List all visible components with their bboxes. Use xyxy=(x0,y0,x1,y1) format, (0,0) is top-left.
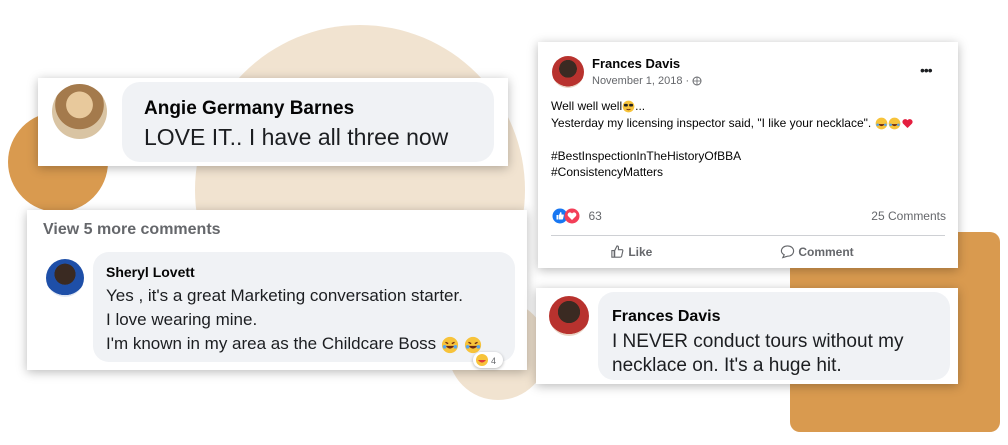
laugh-emoji-icon xyxy=(441,336,459,354)
reaction-badge[interactable]: 4 xyxy=(473,352,503,368)
avatar xyxy=(549,296,589,336)
comments-count-link[interactable]: 25 Comments xyxy=(871,209,946,223)
comment-line-1: Yes , it's a great Marketing conversatio… xyxy=(106,286,463,305)
comment-card-angie: Angie Germany Barnes LOVE IT.. I have al… xyxy=(38,78,508,166)
post-text-1-suffix: ... xyxy=(635,99,646,113)
post-text-1: Well well well xyxy=(551,99,623,113)
hashtag-link[interactable]: #ConsistencyMatters xyxy=(551,165,663,179)
comment-icon xyxy=(780,244,795,259)
hashtag-link[interactable]: #BestInspectionInTheHistoryOfBBA xyxy=(551,149,741,163)
comment-button[interactable]: Comment xyxy=(780,244,854,259)
comment-author[interactable]: Frances Davis xyxy=(612,308,721,326)
love-reaction-icon xyxy=(564,208,580,224)
sunglasses-emoji-icon xyxy=(622,100,635,113)
comment-line-2: necklace on. It's a huge hit. xyxy=(612,355,842,376)
comment-line-2: I love wearing mine. xyxy=(106,310,258,329)
svg-text:4: 4 xyxy=(491,356,496,366)
thumbs-up-icon xyxy=(610,244,625,259)
comment-line-3: I'm known in my area as the Childcare Bo… xyxy=(106,334,437,353)
comment-label: Comment xyxy=(798,244,854,259)
comment-bubble: Frances Davis I NEVER conduct tours with… xyxy=(598,292,950,380)
globe-icon xyxy=(692,76,702,86)
comment-author[interactable]: Angie Germany Barnes xyxy=(144,98,354,120)
comment-card-frances: Frances Davis I NEVER conduct tours with… xyxy=(536,288,958,384)
comment-bubble: Sheryl Lovett Yes , it's a great Marketi… xyxy=(93,252,515,362)
comment-bubble: Angie Germany Barnes LOVE IT.. I have al… xyxy=(122,82,494,162)
comment-line-3-row: I'm known in my area as the Childcare Bo… xyxy=(106,334,482,354)
like-label: Like xyxy=(628,244,653,259)
avatar xyxy=(52,84,107,139)
post-author[interactable]: Frances Davis xyxy=(592,56,680,71)
post-body-line-1: Well well well... xyxy=(551,99,645,113)
facebook-post-card: Frances Davis November 1, 2018 · ••• Wel… xyxy=(538,42,958,268)
view-more-comments-link[interactable]: View 5 more comments xyxy=(43,221,221,239)
comment-line-1: I NEVER conduct tours without my xyxy=(612,331,904,352)
more-options-icon[interactable]: ••• xyxy=(920,62,933,78)
reactions-count: 63 xyxy=(588,208,602,223)
post-date[interactable]: November 1, 2018 · xyxy=(592,75,689,87)
comment-card-sheryl: View 5 more comments Sheryl Lovett Yes ,… xyxy=(27,210,527,370)
comment-author[interactable]: Sheryl Lovett xyxy=(106,264,195,280)
avatar xyxy=(46,259,84,297)
divider xyxy=(551,235,945,236)
laugh-emoji-icon xyxy=(875,117,888,130)
post-text-2: Yesterday my licensing inspector said, "… xyxy=(551,116,872,130)
like-button[interactable]: Like xyxy=(610,244,652,259)
post-body-line-2: Yesterday my licensing inspector said, "… xyxy=(551,116,914,130)
post-meta: November 1, 2018 · xyxy=(592,75,702,87)
laugh-emoji-icon: 4 xyxy=(476,354,496,366)
avatar xyxy=(552,56,584,88)
reaction-summary[interactable]: 63 xyxy=(552,207,602,224)
laugh-emoji-icon xyxy=(464,336,482,354)
comment-text: LOVE IT.. I have all three now xyxy=(144,124,449,150)
heart-emoji-icon xyxy=(901,117,914,130)
laugh-emoji-icon xyxy=(888,117,901,130)
